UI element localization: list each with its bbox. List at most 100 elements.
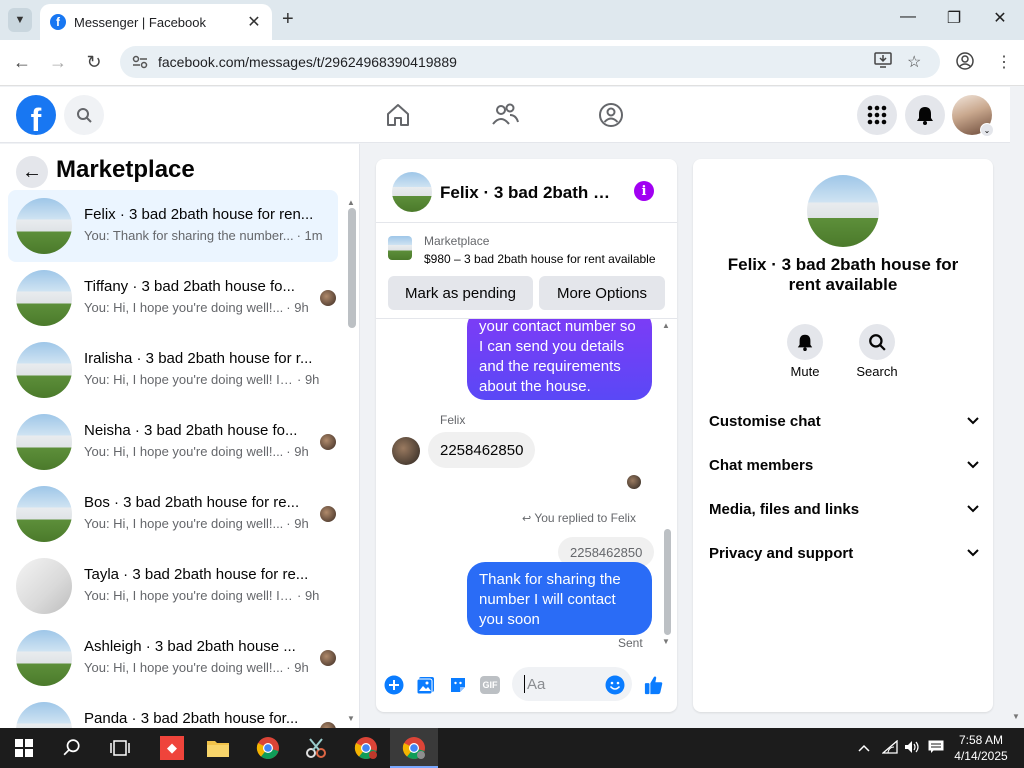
volume-icon[interactable] <box>904 740 920 757</box>
show-hidden-icons-button[interactable] <box>858 740 870 755</box>
mute-button[interactable]: Mute <box>773 324 837 379</box>
chrome-app[interactable] <box>248 732 288 764</box>
chrome-profile-app[interactable] <box>346 732 386 764</box>
conversation-item[interactable]: Iralisha · 3 bad 2bath house for r... You… <box>8 334 338 406</box>
chat-title[interactable]: Felix · 3 bad 2bath house for rent avail… <box>440 183 616 203</box>
chat-scroll-down-arrow[interactable]: ▼ <box>662 637 670 646</box>
restore-button[interactable]: ❐ <box>944 8 964 28</box>
facebook-logo[interactable]: f <box>16 95 56 135</box>
chevron-up-icon <box>858 744 870 752</box>
chat-panel: Felix · 3 bad 2bath house for rent avail… <box>376 159 677 712</box>
sticker-button[interactable] <box>448 675 468 695</box>
privacy-support-section[interactable]: Privacy and support <box>709 537 979 569</box>
chat-scrollbar[interactable] <box>664 529 671 635</box>
conversation-item[interactable]: Panda · 3 bad 2bath house for... <box>8 694 338 728</box>
menu-grid-button[interactable] <box>857 95 897 135</box>
back-arrow-button[interactable]: ← <box>16 156 48 188</box>
browser-menu-icon[interactable]: ⋮ <box>996 52 1012 72</box>
marketplace-listing-card: Marketplace $980 – 3 bad 2bath house for… <box>376 224 677 319</box>
folder-icon <box>207 741 229 757</box>
conversation-item[interactable]: Neisha · 3 bad 2bath house fo... You: Hi,… <box>8 406 338 478</box>
back-button[interactable]: ← <box>12 52 32 73</box>
listing-thumbnail[interactable] <box>388 236 412 260</box>
scroll-up-arrow[interactable]: ▲ <box>347 198 355 207</box>
sender-avatar[interactable] <box>392 437 420 465</box>
sidebar-scrollbar[interactable] <box>348 208 356 328</box>
snipping-tool-app[interactable] <box>296 732 336 764</box>
file-explorer-app[interactable] <box>198 732 238 764</box>
conversation-item[interactable]: Tayla · 3 bad 2bath house for re... You: … <box>8 550 338 622</box>
conversation-item[interactable]: Bos · 3 bad 2bath house for re... You: Hi… <box>8 478 338 550</box>
profile-icon[interactable] <box>956 52 974 75</box>
mute-label: Mute <box>790 364 820 379</box>
scroll-down-arrow[interactable]: ▼ <box>347 714 355 723</box>
notifications-button[interactable] <box>905 95 945 135</box>
url-omnibox[interactable]: facebook.com/messages/t/2962496839041988… <box>120 46 940 78</box>
home-nav-button[interactable] <box>384 101 412 129</box>
chat-avatar[interactable] <box>392 172 432 212</box>
groups-nav-button[interactable] <box>597 101 625 129</box>
conversation-item[interactable]: Tiffany · 3 bad 2bath house fo... You: Hi… <box>8 262 338 334</box>
ime-keyboard-icon[interactable] <box>928 740 944 757</box>
outgoing-message[interactable]: your contact number so I can send you de… <box>467 319 652 400</box>
taskbar-clock[interactable]: 7:58 AM 4/14/2025 <box>946 732 1016 764</box>
conversation-thumbnail <box>16 702 72 728</box>
chevron-down-icon[interactable]: ⌄ <box>980 123 994 137</box>
listing-description[interactable]: $980 – 3 bad 2bath house for rent availa… <box>424 252 669 266</box>
forward-button[interactable]: → <box>48 52 68 73</box>
conversation-item[interactable]: Ashleigh · 3 bad 2bath house ... You: Hi,… <box>8 622 338 694</box>
anydesk-icon: ◆ <box>160 736 184 760</box>
anydesk-app[interactable]: ◆ <box>152 732 192 764</box>
facebook-favicon-icon: f <box>50 14 66 30</box>
conversation-name: Tiffany · 3 bad 2bath house fo... <box>84 278 295 295</box>
site-settings-icon[interactable] <box>132 55 148 69</box>
conversation-item[interactable]: Felix · 3 bad 2bath house for ren... You:… <box>8 190 338 262</box>
tab-messenger[interactable]: f Messenger | Facebook ✕ <box>40 4 272 40</box>
chrome-icon <box>402 737 425 759</box>
outgoing-message[interactable]: Thank for sharing the number I will cont… <box>467 562 652 635</box>
facebook-search-button[interactable] <box>64 95 104 135</box>
attach-photo-button[interactable] <box>416 675 436 695</box>
start-button[interactable] <box>4 732 44 764</box>
chat-details-panel: Felix · 3 bad 2bath house for rent avail… <box>693 159 993 712</box>
conversation-name: Iralisha · 3 bad 2bath house for r... <box>84 350 313 367</box>
task-view-button[interactable] <box>100 732 140 764</box>
emoji-button[interactable] <box>605 675 625 695</box>
task-view-icon <box>110 740 130 756</box>
chat-members-section[interactable]: Chat members <box>709 449 979 481</box>
tab-close-icon[interactable]: ✕ <box>246 12 262 32</box>
tab-search-dropdown[interactable]: ▼ <box>8 8 32 32</box>
thumbs-up-icon <box>644 676 663 695</box>
reply-arrow-icon: ↩ <box>522 513 532 525</box>
replied-label: ↩ You replied to Felix <box>522 511 636 525</box>
media-files-links-section[interactable]: Media, files and links <box>709 493 979 525</box>
reload-button[interactable]: ↻ <box>84 52 104 73</box>
new-tab-button[interactable]: + <box>282 8 294 31</box>
chat-scroll-up-arrow[interactable]: ▲ <box>662 321 670 330</box>
more-actions-button[interactable] <box>384 675 404 695</box>
url-text: facebook.com/messages/t/2962496839041988… <box>158 54 457 70</box>
friends-icon <box>492 103 519 125</box>
incoming-message[interactable]: 2258462850 <box>428 432 536 468</box>
page-scroll-down-arrow[interactable]: ▼ <box>1012 712 1020 721</box>
taskbar-search-button[interactable] <box>52 732 92 764</box>
search-in-chat-button[interactable]: Search <box>845 324 909 379</box>
details-avatar[interactable] <box>807 175 879 247</box>
chevron-down-icon <box>967 546 979 560</box>
section-label: Customise chat <box>709 412 821 430</box>
bookmark-star-icon[interactable]: ☆ <box>907 52 921 72</box>
friends-nav-button[interactable] <box>491 101 519 129</box>
gif-button[interactable]: GIF <box>480 675 500 695</box>
minimize-button[interactable]: — <box>898 8 918 26</box>
customise-chat-section[interactable]: Customise chat <box>709 405 979 437</box>
mark-as-pending-button[interactable]: Mark as pending <box>388 276 533 310</box>
chrome-active-app[interactable] <box>394 732 434 764</box>
conversation-list: Felix · 3 bad 2bath house for ren... You:… <box>8 190 338 728</box>
close-window-button[interactable]: ✕ <box>990 8 1010 28</box>
install-app-icon[interactable] <box>874 52 892 73</box>
more-options-button[interactable]: More Options <box>539 276 665 310</box>
text-caret <box>524 675 525 693</box>
like-button[interactable] <box>644 675 664 695</box>
info-icon[interactable]: i <box>634 181 654 201</box>
network-icon[interactable] <box>881 739 898 757</box>
